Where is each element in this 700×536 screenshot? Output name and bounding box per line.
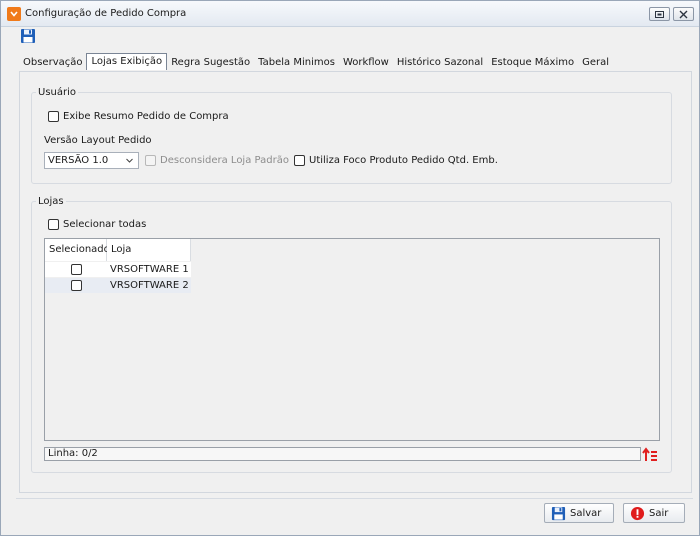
app-icon xyxy=(7,7,21,21)
exibe-resumo-checkbox[interactable] xyxy=(48,111,59,122)
lojas-table[interactable]: Selecionado Loja VRSOFTWARE 1 VRSOFTWARE… xyxy=(44,238,660,441)
floppy-disk-icon xyxy=(551,506,566,520)
chevron-down-icon xyxy=(126,158,133,163)
utiliza-foco-label: Utiliza Foco Produto Pedido Qtd. Emb. xyxy=(309,155,498,166)
row-count-status: Linha: 0/2 xyxy=(44,447,641,461)
table-header: Selecionado Loja xyxy=(45,239,191,261)
utiliza-foco-checkbox[interactable] xyxy=(294,155,305,166)
close-icon xyxy=(679,10,688,18)
column-header-selecionado[interactable]: Selecionado xyxy=(45,239,110,261)
sair-button[interactable]: Sair xyxy=(623,503,685,523)
versao-layout-select[interactable]: VERSÃO 1.0 xyxy=(44,152,139,169)
restore-icon xyxy=(655,10,664,18)
exit-icon xyxy=(630,506,645,520)
tab-lojas-exibicao[interactable]: Lojas Exibição xyxy=(86,53,168,70)
sort-order-button[interactable] xyxy=(642,447,658,462)
loja-cell: VRSOFTWARE 2 xyxy=(107,278,191,293)
selecionado-cell xyxy=(45,262,107,277)
desconsidera-row: Desconsidera Loja Padrão xyxy=(145,155,289,166)
sort-arrow-icon xyxy=(642,447,657,461)
tab-historico-sazonal[interactable]: Histórico Sazonal xyxy=(393,55,487,71)
row-checkbox[interactable] xyxy=(70,280,82,291)
selecionado-cell xyxy=(45,278,107,293)
salvar-button[interactable]: Salvar xyxy=(544,503,614,523)
desconsidera-label: Desconsidera Loja Padrão xyxy=(160,155,289,166)
salvar-label: Salvar xyxy=(570,507,602,519)
exibe-resumo-row[interactable]: Exibe Resumo Pedido de Compra xyxy=(48,111,229,122)
restore-button[interactable] xyxy=(649,7,670,21)
usuario-group-title: Usuário xyxy=(36,87,79,98)
sair-label: Sair xyxy=(649,507,669,519)
utiliza-foco-row[interactable]: Utiliza Foco Produto Pedido Qtd. Emb. xyxy=(294,155,498,166)
close-button[interactable] xyxy=(673,7,694,21)
table-row[interactable]: VRSOFTWARE 1 xyxy=(45,262,191,277)
loja-cell: VRSOFTWARE 1 xyxy=(107,262,191,277)
desconsidera-checkbox xyxy=(145,155,156,166)
versao-layout-label: Versão Layout Pedido xyxy=(44,135,152,146)
tab-bar: Observação Lojas Exibição Regra Sugestão… xyxy=(19,53,613,71)
versao-layout-value: VERSÃO 1.0 xyxy=(48,155,109,166)
tab-workflow[interactable]: Workflow xyxy=(339,55,393,71)
column-header-loja[interactable]: Loja xyxy=(107,239,191,261)
tab-estoque-maximo[interactable]: Estoque Máximo xyxy=(487,55,578,71)
floppy-disk-icon xyxy=(21,29,35,43)
tab-regra-sugestao[interactable]: Regra Sugestão xyxy=(167,55,254,71)
title-bar: Configuração de Pedido Compra xyxy=(1,1,699,27)
tab-observacao[interactable]: Observação xyxy=(19,55,86,71)
window-title: Configuração de Pedido Compra xyxy=(25,8,187,19)
toolbar-save-button[interactable] xyxy=(20,28,36,44)
selecionar-todas-label: Selecionar todas xyxy=(63,219,147,230)
table-row[interactable]: VRSOFTWARE 2 xyxy=(45,278,191,293)
selecionar-todas-row[interactable]: Selecionar todas xyxy=(48,219,146,230)
tab-tabela-minimos[interactable]: Tabela Minimos xyxy=(254,55,339,71)
lojas-group-title: Lojas xyxy=(36,196,66,207)
exibe-resumo-label: Exibe Resumo Pedido de Compra xyxy=(63,111,229,122)
main-window: Configuração de Pedido Compra Observação… xyxy=(0,0,700,536)
selecionar-todas-checkbox[interactable] xyxy=(48,219,59,230)
tab-geral[interactable]: Geral xyxy=(578,55,613,71)
row-checkbox[interactable] xyxy=(70,264,82,275)
